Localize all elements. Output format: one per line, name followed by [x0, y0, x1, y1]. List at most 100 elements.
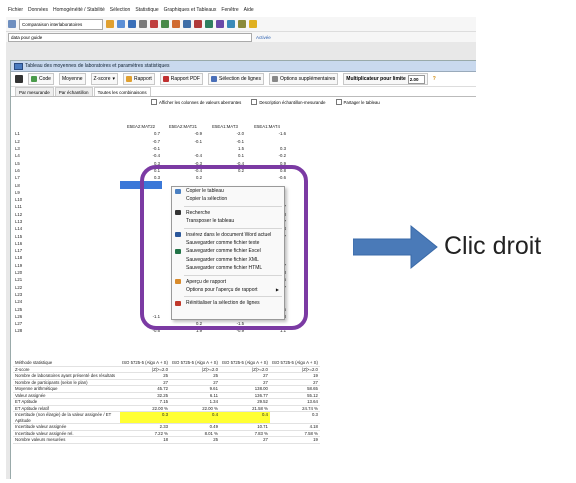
checkbox-icon[interactable] — [151, 99, 157, 105]
table-cell[interactable]: -0.1 — [120, 145, 162, 152]
row-label: L13 — [15, 219, 23, 224]
stats-cell[interactable]: ISO 5725-5 (Algo A + S) — [269, 360, 320, 367]
stats-cell[interactable]: 19 — [269, 436, 320, 444]
table-cell[interactable]: -0.1 — [162, 138, 204, 145]
menu-item[interactable]: Données — [28, 4, 48, 17]
menu-item[interactable]: Homogénéité / Stabilité — [53, 4, 105, 17]
stats-icon[interactable] — [205, 20, 213, 28]
stats-cell[interactable]: 0.4 — [169, 411, 220, 424]
row-label: L20 — [15, 270, 23, 276]
option-label: Description échantillon-mesurande — [259, 99, 326, 105]
graph-icon[interactable] — [194, 20, 202, 28]
option-checkbox[interactable]: Afficher les colonnes de valeurs aberran… — [151, 99, 241, 105]
table-cell[interactable]: -0.4 — [162, 152, 204, 159]
table-cell[interactable]: -0.7 — [120, 138, 162, 145]
data-path-field[interactable]: data pour guide — [8, 32, 252, 42]
help-icon[interactable] — [249, 20, 257, 28]
open-icon[interactable] — [106, 20, 114, 28]
mean-button[interactable]: Moyenne — [58, 73, 86, 85]
table-cell[interactable]: -1.6 — [246, 130, 288, 137]
help-icon[interactable]: ? — [433, 76, 436, 82]
table-cell[interactable] — [162, 145, 204, 152]
table-cell[interactable]: 1.5 — [204, 145, 246, 152]
table-row[interactable]: L3 -0.1 1.5 0.3 — [13, 145, 288, 152]
stats-cell[interactable]: 0.4 — [219, 411, 270, 424]
menu-bar: Fichier Données Homogénéité / Stabilité Sél… — [6, 4, 476, 17]
table-row[interactable]: L1 0.7 -0.9 -2.0 -1.6 — [13, 130, 288, 137]
stats-cell[interactable]: 18 — [120, 436, 170, 444]
option-checkbox[interactable]: Partager le tableau — [335, 99, 380, 105]
zscore-select[interactable]: Z-score ▾ — [90, 73, 118, 85]
table-cell[interactable]: 0.1 — [204, 152, 246, 159]
stats-cell[interactable]: ISO 5725-5 (Algo A + S) — [219, 360, 270, 367]
print-icon[interactable] — [139, 20, 147, 28]
report-button[interactable]: Rapport — [123, 73, 155, 85]
multiplier-field[interactable]: 2.00 — [407, 74, 425, 84]
table-row[interactable]: L2 -0.7 -0.1 -0.1 — [13, 138, 288, 145]
row-selection-button[interactable]: Sélection de lignes — [207, 73, 264, 85]
column-header[interactable]: E5EA1:MAT3 — [204, 123, 246, 130]
tab-item[interactable]: Par mesurande — [15, 87, 54, 96]
study-select[interactable]: Comparaison interlaboratoires — [19, 18, 103, 30]
column-header[interactable]: E5EA2:MAT21 — [162, 123, 204, 130]
table-cell[interactable] — [246, 138, 288, 145]
menu-item[interactable]: Aide — [244, 4, 254, 17]
stats-cell[interactable]: 0.3 — [269, 411, 320, 424]
save-icon[interactable] — [128, 20, 136, 28]
window-icon — [14, 63, 23, 70]
option-label: Partager le tableau — [343, 99, 380, 105]
activate-link[interactable]: Activée — [256, 35, 271, 40]
column-header[interactable]: E5EA2:MAT22 — [120, 123, 162, 130]
stats-cell[interactable]: ISO 5725-5 (Algo A + S) — [169, 360, 220, 367]
table-row[interactable]: L4 -0.4 -0.4 0.1 -0.2 — [13, 152, 288, 159]
tab-item[interactable]: Par échantillon — [54, 87, 93, 96]
chart-icon[interactable] — [172, 20, 180, 28]
menu-item[interactable]: Graphiques et Tableaux — [164, 4, 217, 17]
stats-cell[interactable]: 25 — [169, 436, 220, 444]
code-button[interactable]: Code — [28, 73, 54, 85]
menu-item[interactable]: Sélection — [110, 4, 131, 17]
column-header[interactable]: E5EA1:MAT4 — [246, 123, 288, 130]
export-icon[interactable] — [227, 20, 235, 28]
table-cell[interactable]: -0.9 — [162, 130, 204, 137]
menu-item[interactable]: Fichier — [8, 4, 23, 17]
zoom-icon[interactable] — [161, 20, 169, 28]
filter-icon[interactable] — [150, 20, 158, 28]
stats-cell[interactable]: ISO 5725-5 (Algo A + S) — [120, 360, 170, 367]
stats-cell[interactable]: 0.3 — [120, 411, 170, 424]
row-label: L5 — [15, 160, 20, 166]
table-cell[interactable]: -2.0 — [204, 130, 246, 137]
stats-cell[interactable]: 27 — [219, 436, 270, 444]
stats-table: Méthode statistique ISO 5725-5 (Algo A + … — [13, 360, 320, 444]
row-label: L6 — [15, 167, 20, 173]
table-icon[interactable] — [183, 20, 191, 28]
table-view-icon[interactable] — [15, 75, 23, 83]
table-cell[interactable]: 0.3 — [246, 145, 288, 152]
table-cell[interactable]: -0.4 — [120, 152, 162, 159]
window-icon[interactable] — [238, 20, 246, 28]
row-label: L2 — [15, 138, 20, 144]
stats-row: Nombre valeurs mesurées 18 25 27 19 — [13, 436, 320, 444]
new-icon[interactable] — [117, 20, 125, 28]
report-pdf-button[interactable]: Rapport PDF — [159, 73, 203, 85]
row-label: L14 — [15, 226, 23, 232]
stats-label: Incertitude (non élargie) de la valeur a… — [13, 411, 120, 424]
table-header: E5EA2:MAT22 E5EA2:MAT21 E5EA1:MAT3 E5EA1:MA… — [13, 123, 288, 130]
main-toolbar: Comparaison interlaboratoires — [6, 17, 476, 32]
menu-item[interactable]: Statistique — [135, 4, 158, 17]
table-cell[interactable]: -0.2 — [246, 152, 288, 159]
menu-item[interactable]: Fenêtre — [221, 4, 238, 17]
corner-cell — [13, 123, 120, 130]
checkbox-icon[interactable] — [251, 99, 258, 105]
table-cell[interactable]: 0.7 — [120, 130, 162, 137]
extra-options-button[interactable]: Options supplémentaires — [268, 73, 339, 85]
stats-row: Incertitude (non élargie) de la valeur a… — [13, 411, 320, 424]
row-label: L23 — [15, 291, 23, 297]
option-checkbox[interactable]: Description échantillon-mesurande — [251, 99, 326, 105]
report-icon[interactable] — [216, 20, 224, 28]
panel-title: Tableau des moyennes de laboratoires et … — [11, 61, 476, 72]
checkbox-icon[interactable] — [335, 99, 342, 105]
tab-item[interactable]: Toutes les combinaisons — [93, 87, 151, 96]
table-cell[interactable]: -0.1 — [204, 138, 246, 145]
options-row: Afficher les colonnes de valeurs aberran… — [11, 97, 476, 107]
